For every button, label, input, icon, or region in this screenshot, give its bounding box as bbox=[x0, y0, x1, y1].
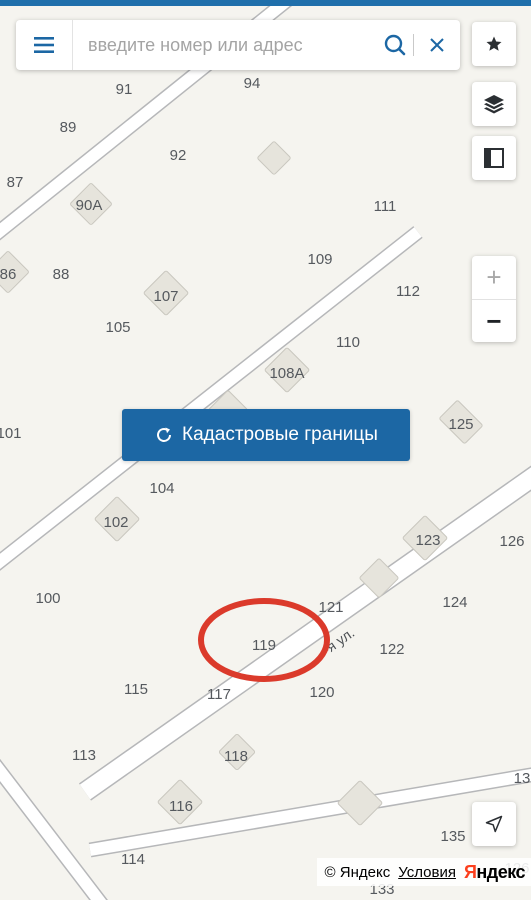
house-number: 88 bbox=[53, 266, 70, 283]
house-number: 111 bbox=[374, 198, 397, 215]
search-button[interactable] bbox=[377, 20, 413, 70]
house-number: 125 bbox=[448, 416, 473, 433]
house-number: 114 bbox=[121, 851, 145, 868]
house-number: 101 bbox=[0, 425, 22, 442]
terms-link[interactable]: Условия bbox=[398, 864, 456, 881]
house-number: 13 bbox=[514, 770, 531, 787]
yandex-logo-letter: Я bbox=[463, 861, 477, 882]
layers-button[interactable] bbox=[472, 82, 516, 126]
house-number: 116 bbox=[169, 798, 193, 815]
yandex-logo[interactable]: Яндекс bbox=[463, 861, 526, 883]
house-number: 94 bbox=[244, 75, 261, 92]
house-number: 126 bbox=[499, 533, 524, 550]
zoom-out-button[interactable]: − bbox=[472, 300, 516, 343]
house-number: 113 bbox=[72, 747, 96, 764]
house-number: 102 bbox=[103, 514, 128, 531]
zoom-in-icon: + bbox=[486, 262, 502, 293]
house-number: 110 bbox=[336, 334, 360, 351]
copyright-text: © Яндекс bbox=[324, 863, 391, 881]
yandex-logo-rest: ндекс bbox=[476, 861, 525, 882]
cadastral-boundaries-label: Кадастровые границы bbox=[182, 424, 378, 445]
zoom-control: + − bbox=[472, 256, 516, 342]
zoom-out-icon: − bbox=[486, 305, 502, 336]
navigation-arrow-icon bbox=[485, 815, 503, 833]
layers-icon bbox=[484, 95, 504, 114]
house-number: 112 bbox=[396, 283, 420, 300]
house-number-labels: 91 94 89 92 87 90А 111 86 88 109 107 112… bbox=[0, 75, 530, 898]
house-number: 105 bbox=[105, 319, 130, 336]
hamburger-menu-icon bbox=[34, 37, 54, 53]
cadastral-boundaries-button[interactable]: Кадастровые границы bbox=[122, 409, 410, 461]
menu-button[interactable] bbox=[16, 20, 73, 70]
house-number: 124 bbox=[442, 594, 467, 611]
ruler-icon bbox=[484, 148, 504, 168]
house-number: 104 bbox=[149, 480, 174, 497]
house-number: 92 bbox=[170, 147, 187, 164]
house-number: 87 bbox=[7, 174, 24, 191]
locate-me-button[interactable] bbox=[472, 802, 516, 846]
house-number: 90А bbox=[76, 197, 103, 214]
search-icon bbox=[384, 34, 406, 56]
refresh-icon bbox=[157, 427, 172, 442]
top-accent-bar bbox=[0, 0, 531, 6]
house-number: 117 bbox=[207, 686, 231, 703]
house-number: 89 bbox=[60, 119, 77, 136]
search-input[interactable] bbox=[73, 24, 377, 66]
house-number: 107 bbox=[153, 288, 178, 305]
house-number: 100 bbox=[35, 590, 60, 607]
house-number: 91 bbox=[116, 81, 133, 98]
house-number: 121 bbox=[318, 599, 343, 616]
house-number: 123 bbox=[415, 532, 440, 549]
house-number: 119 bbox=[252, 637, 276, 654]
house-number: 120 bbox=[309, 684, 334, 701]
clear-button[interactable] bbox=[414, 20, 460, 70]
house-number: 122 bbox=[379, 641, 404, 658]
map-attribution: © Яндекс Условия Яндекс bbox=[316, 858, 531, 886]
ruler-button[interactable] bbox=[472, 136, 516, 180]
house-number: 135 bbox=[440, 828, 465, 845]
house-number: 109 bbox=[307, 251, 332, 268]
house-number: 108А bbox=[269, 365, 304, 382]
house-number: 115 bbox=[124, 681, 148, 698]
house-number: 118 bbox=[224, 748, 248, 765]
search-bar bbox=[16, 20, 460, 70]
bookmarks-button[interactable] bbox=[472, 22, 516, 66]
house-number: 86 bbox=[0, 266, 16, 283]
close-icon bbox=[430, 38, 444, 52]
zoom-in-button[interactable]: + bbox=[472, 256, 516, 299]
star-icon bbox=[486, 36, 502, 51]
